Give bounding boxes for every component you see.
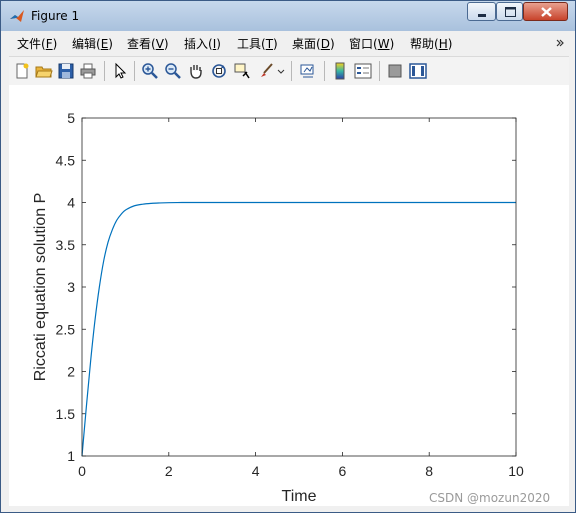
edit-plot-arrow-icon[interactable]	[111, 62, 129, 80]
open-file-icon[interactable]	[35, 62, 53, 80]
y-axis-label: Riccati equation solution P	[32, 193, 49, 382]
hide-plot-tools-icon[interactable]	[386, 62, 404, 80]
y-tick-label: 5	[67, 110, 75, 126]
menu-edit[interactable]: 编辑(E)	[72, 35, 113, 52]
data-cursor-icon[interactable]	[233, 62, 251, 80]
y-tick-label: 3.5	[56, 237, 76, 253]
y-tick-label: 2.5	[56, 321, 76, 337]
watermark: CSDN @mozun2020	[429, 491, 551, 505]
y-tick-label: 3	[67, 279, 75, 295]
close-icon	[541, 7, 552, 17]
y-tick-label: 1	[67, 448, 75, 464]
toolbar-separator	[291, 61, 292, 81]
toolbar-separator	[134, 61, 135, 81]
minimize-icon	[478, 14, 486, 17]
x-tick-label: 0	[78, 463, 86, 479]
matlab-logo-icon	[10, 10, 24, 22]
link-plot-icon[interactable]	[299, 62, 317, 80]
legend-icon[interactable]	[354, 62, 372, 80]
print-icon[interactable]	[79, 62, 97, 80]
save-icon[interactable]	[57, 62, 75, 80]
line-chart: 0 2 4 6 8 10 1 1.5 2 2.5 3 3.5 4 4.5 5 Time Riccati eq…	[32, 110, 524, 505]
x-tick-label: 10	[508, 463, 524, 479]
menu-desktop[interactable]: 桌面(D)	[292, 35, 335, 52]
double-chevron-icon[interactable]	[555, 38, 565, 48]
y-tick-label: 4.5	[56, 152, 76, 168]
figure-window: Figure 1 文件(F) 编辑(E) 查看(V) 插入(I) 工具(T) 桌…	[0, 0, 576, 513]
menu-window[interactable]: 窗口(W)	[349, 35, 394, 52]
minimize-button[interactable]	[467, 2, 496, 21]
menu-insert[interactable]: 插入(I)	[184, 35, 221, 52]
maximize-button[interactable]	[496, 2, 523, 21]
x-axis-label: Time	[282, 488, 317, 505]
menu-bar: 文件(F) 编辑(E) 查看(V) 插入(I) 工具(T) 桌面(D) 窗口(W…	[9, 32, 569, 54]
menu-help[interactable]: 帮助(H)	[410, 35, 452, 52]
toolbar-separator	[104, 61, 105, 81]
brush-dropdown-icon[interactable]	[277, 69, 285, 75]
close-button[interactable]	[523, 2, 568, 21]
show-plot-tools-icon[interactable]	[409, 62, 427, 80]
toolbar-separator	[324, 61, 325, 81]
y-tick-label: 1.5	[56, 406, 76, 422]
x-tick-label: 6	[339, 463, 347, 479]
axes-background[interactable]	[82, 118, 516, 456]
figure-canvas: 0 2 4 6 8 10 1 1.5 2 2.5 3 3.5 4 4.5 5 Time Riccati eq…	[9, 85, 569, 506]
menu-file[interactable]: 文件(F)	[17, 35, 57, 52]
title-bar[interactable]: Figure 1	[1, 1, 575, 31]
x-tick-label: 8	[425, 463, 433, 479]
pan-hand-icon[interactable]	[187, 62, 205, 80]
window-title: Figure 1	[31, 9, 80, 23]
zoom-in-icon[interactable]	[141, 62, 159, 80]
x-tick-label: 2	[165, 463, 173, 479]
x-tick-label: 4	[252, 463, 260, 479]
new-figure-icon[interactable]	[13, 62, 31, 80]
rotate-3d-icon[interactable]	[210, 62, 228, 80]
figure-toolbar	[9, 56, 569, 86]
y-tick-label: 2	[67, 364, 75, 380]
menu-view[interactable]: 查看(V)	[127, 35, 169, 52]
menu-tools[interactable]: 工具(T)	[237, 35, 278, 52]
y-tick-label: 4	[67, 195, 75, 211]
colorbar-icon[interactable]	[331, 62, 349, 80]
maximize-icon	[505, 7, 516, 17]
zoom-out-icon[interactable]	[164, 62, 182, 80]
toolbar-separator	[379, 61, 380, 81]
brush-icon[interactable]	[257, 62, 275, 80]
